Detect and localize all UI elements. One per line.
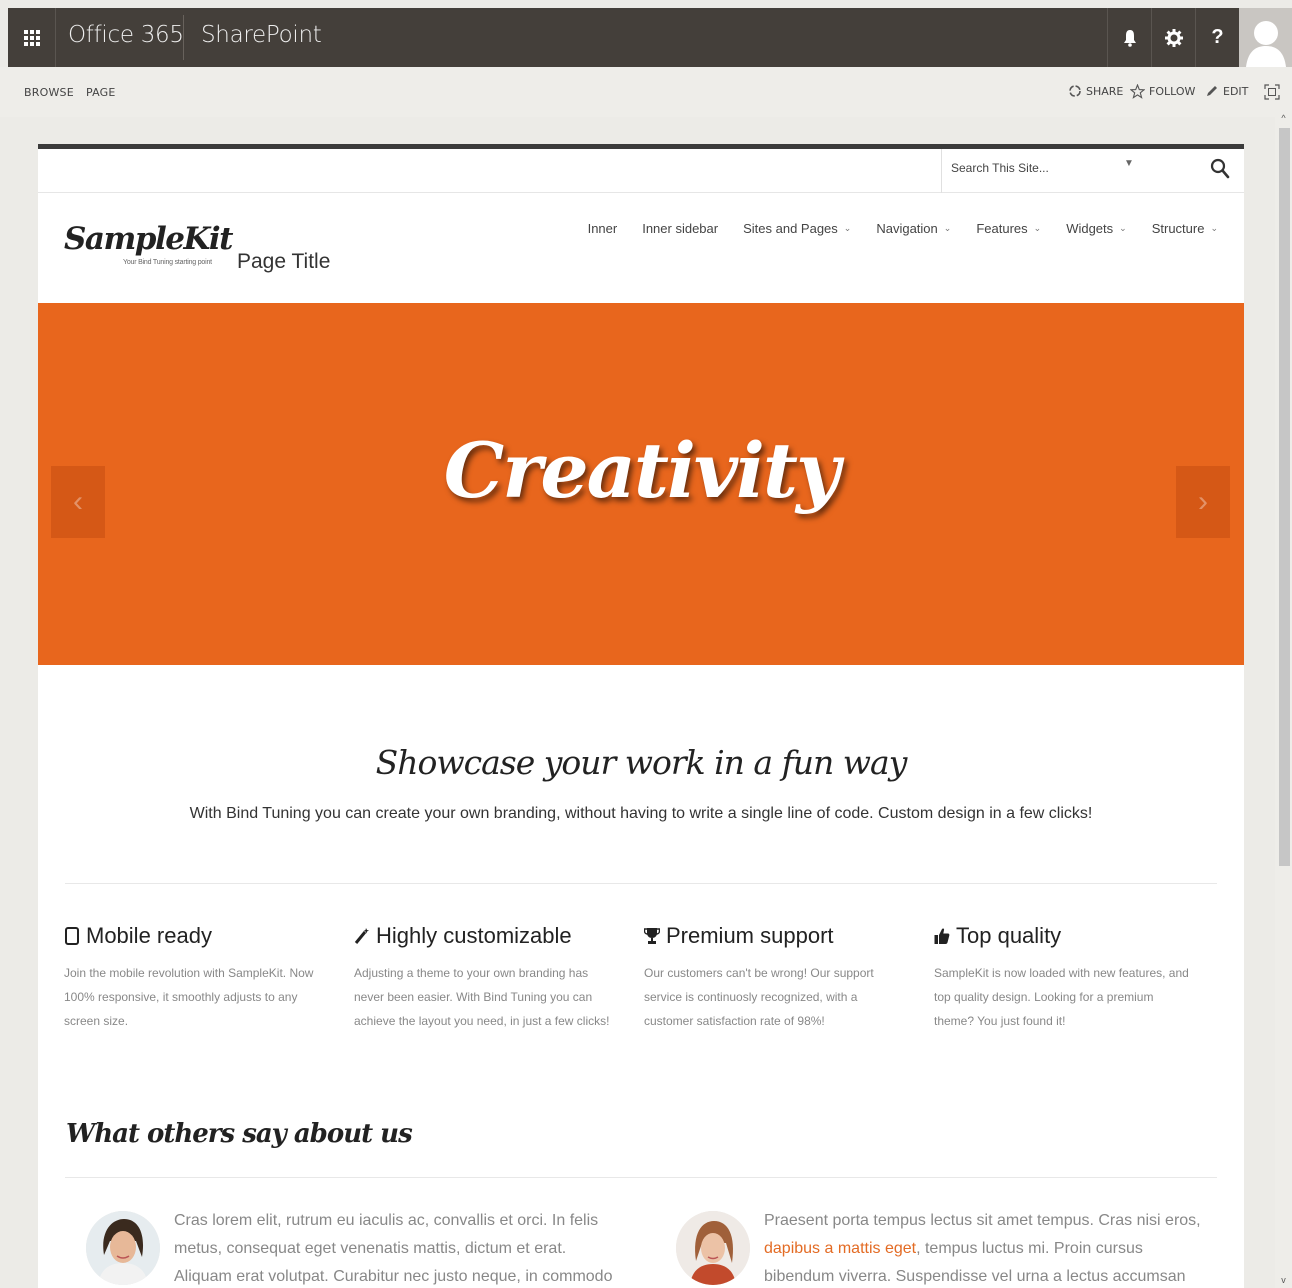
slider-next-button[interactable]: › [1176, 466, 1230, 538]
magic-wand-icon [354, 928, 369, 944]
follow-button[interactable]: FOLLOW [1130, 84, 1195, 99]
hero-slider: Creativity ‹ › [38, 303, 1244, 665]
search-icon[interactable] [1210, 158, 1230, 180]
chevron-right-icon: › [1198, 485, 1208, 518]
help-icon: ? [1211, 26, 1224, 48]
nav-label: Structure [1151, 221, 1205, 236]
search-scope-dropdown-icon[interactable]: ▼ [1124, 158, 1134, 169]
feature-highly-customizable: Highly customizable Adjusting a theme to… [354, 923, 644, 1033]
search-input[interactable] [951, 161, 1121, 175]
site-header: SampleKit Your Bind Tuning starting poin… [38, 193, 1244, 303]
nav-label: Inner sidebar [642, 221, 719, 236]
nav-item-inner-sidebar[interactable]: Inner sidebar [642, 221, 718, 236]
user-silhouette-icon [1245, 21, 1286, 67]
site-tagline: Your Bind Tuning starting point [123, 259, 212, 266]
search-bar: ▼ [38, 149, 1244, 193]
scroll-thumb[interactable] [1279, 128, 1290, 866]
gear-icon [1164, 28, 1183, 47]
nav-label: Inner [587, 221, 618, 236]
feature-title: Premium support [666, 923, 834, 948]
pencil-icon [1207, 86, 1217, 96]
office365-brand[interactable]: Office 365 [68, 22, 184, 48]
chevron-down-icon: ⌄ [943, 223, 952, 233]
share-button[interactable]: SHARE [1068, 84, 1123, 98]
share-icon [1069, 85, 1081, 97]
scroll-down-arrow-icon[interactable]: v [1275, 1272, 1292, 1288]
site-frame: ▼ SampleKit Your Bind Tuning starting po… [38, 144, 1244, 1288]
nav-label: Navigation [876, 221, 938, 236]
chevron-down-icon: ⌄ [1033, 223, 1042, 233]
app-launcher-button[interactable] [8, 8, 56, 67]
chevron-down-icon: ⌄ [1119, 223, 1127, 233]
edit-label: EDIT [1223, 84, 1249, 98]
page-title: Page Title [237, 250, 331, 273]
showcase-title: Showcase your work in a fun way [375, 743, 908, 782]
feature-title: Highly customizable [376, 923, 572, 948]
suite-bar: Office 365 SharePoint ? [8, 8, 1292, 67]
chevron-down-icon: ⌄ [843, 223, 852, 233]
tab-browse[interactable]: BROWSE [24, 86, 74, 99]
testimonial-text: Cras lorem elit, rutrum eu iaculis ac, c… [174, 1212, 613, 1285]
nav-item-features[interactable]: Features ⌄ [976, 221, 1041, 236]
star-icon [1130, 84, 1145, 99]
fullscreen-icon [1264, 84, 1280, 100]
nav-label: Features [976, 221, 1028, 236]
bell-icon [1123, 29, 1136, 47]
slider-prev-button[interactable]: ‹ [51, 466, 105, 538]
feature-top-quality: Top quality SampleKit is now loaded with… [934, 923, 1224, 1033]
app-name[interactable]: SharePoint [201, 22, 322, 48]
woman-portrait-icon [86, 1211, 160, 1285]
showcase-subtitle: With Bind Tuning you can create your own… [189, 805, 1093, 822]
follow-label: FOLLOW [1149, 85, 1196, 98]
feature-text: Adjusting a theme to your own branding h… [354, 966, 610, 1028]
nav-item-structure[interactable]: Structure ⌄ [1152, 221, 1218, 236]
nav-item-navigation[interactable]: Navigation ⌄ [876, 221, 951, 236]
trophy-icon [644, 928, 660, 944]
notifications-button[interactable] [1107, 8, 1151, 67]
app-launcher-icon [23, 29, 40, 46]
avatar[interactable] [1239, 8, 1292, 67]
site-logo[interactable]: SampleKit [64, 221, 234, 257]
testimonial-avatar [676, 1211, 750, 1285]
testimonial-text-start: Praesent porta tempus lectus sit amet te… [764, 1212, 1201, 1229]
chevron-down-icon: ⌄ [1210, 223, 1218, 233]
testimonial-link[interactable]: dapibus a mattis eget [764, 1240, 916, 1257]
nav-label: Sites and Pages [743, 221, 838, 236]
woman-portrait-icon [676, 1211, 750, 1285]
feature-text: Our customers can't be wrong! Our suppor… [644, 966, 874, 1028]
feature-text: SampleKit is now loaded with new feature… [934, 966, 1189, 1028]
chevron-left-icon: ‹ [73, 485, 83, 518]
nav-item-inner[interactable]: Inner [588, 221, 618, 236]
suite-icons: ? [1107, 8, 1292, 67]
scroll-up-arrow-icon[interactable]: ^ [1275, 110, 1292, 126]
section-divider [65, 883, 1217, 884]
search-box: ▼ [941, 149, 1244, 193]
help-button[interactable]: ? [1195, 8, 1239, 67]
feature-mobile-ready: Mobile ready Join the mobile revolution … [64, 923, 354, 1033]
focus-mode-button[interactable] [1264, 84, 1280, 100]
thumbs-up-icon [934, 928, 950, 944]
mobile-icon [65, 927, 79, 945]
brand-divider [183, 15, 184, 60]
testimonial-text: Praesent porta tempus lectus sit amet te… [764, 1207, 1214, 1288]
tab-page[interactable]: PAGE [86, 86, 116, 99]
features-row: Mobile ready Join the mobile revolution … [64, 923, 1224, 1033]
nav-item-sites-and-pages[interactable]: Sites and Pages ⌄ [743, 221, 851, 236]
settings-button[interactable] [1151, 8, 1195, 67]
page-scrollbar[interactable]: ^ v [1275, 110, 1292, 1288]
top-navigation: Inner Inner sidebar Sites and Pages ⌄ Nav… [588, 221, 1218, 236]
feature-title: Mobile ready [86, 923, 212, 948]
testimonial-avatar [86, 1211, 160, 1285]
feature-title: Top quality [956, 923, 1062, 948]
nav-item-widgets[interactable]: Widgets ⌄ [1066, 221, 1127, 236]
testimonials-title: What others say about us [66, 1119, 413, 1149]
edit-button[interactable]: EDIT [1205, 84, 1248, 98]
feature-text: Join the mobile revolution with SampleKi… [64, 966, 314, 1028]
hero-title: Creativity [443, 426, 840, 515]
share-label: SHARE [1086, 84, 1124, 98]
feature-premium-support: Premium support Our customers can't be w… [644, 923, 934, 1033]
section-divider [65, 1177, 1217, 1178]
nav-label: Widgets [1066, 221, 1114, 236]
